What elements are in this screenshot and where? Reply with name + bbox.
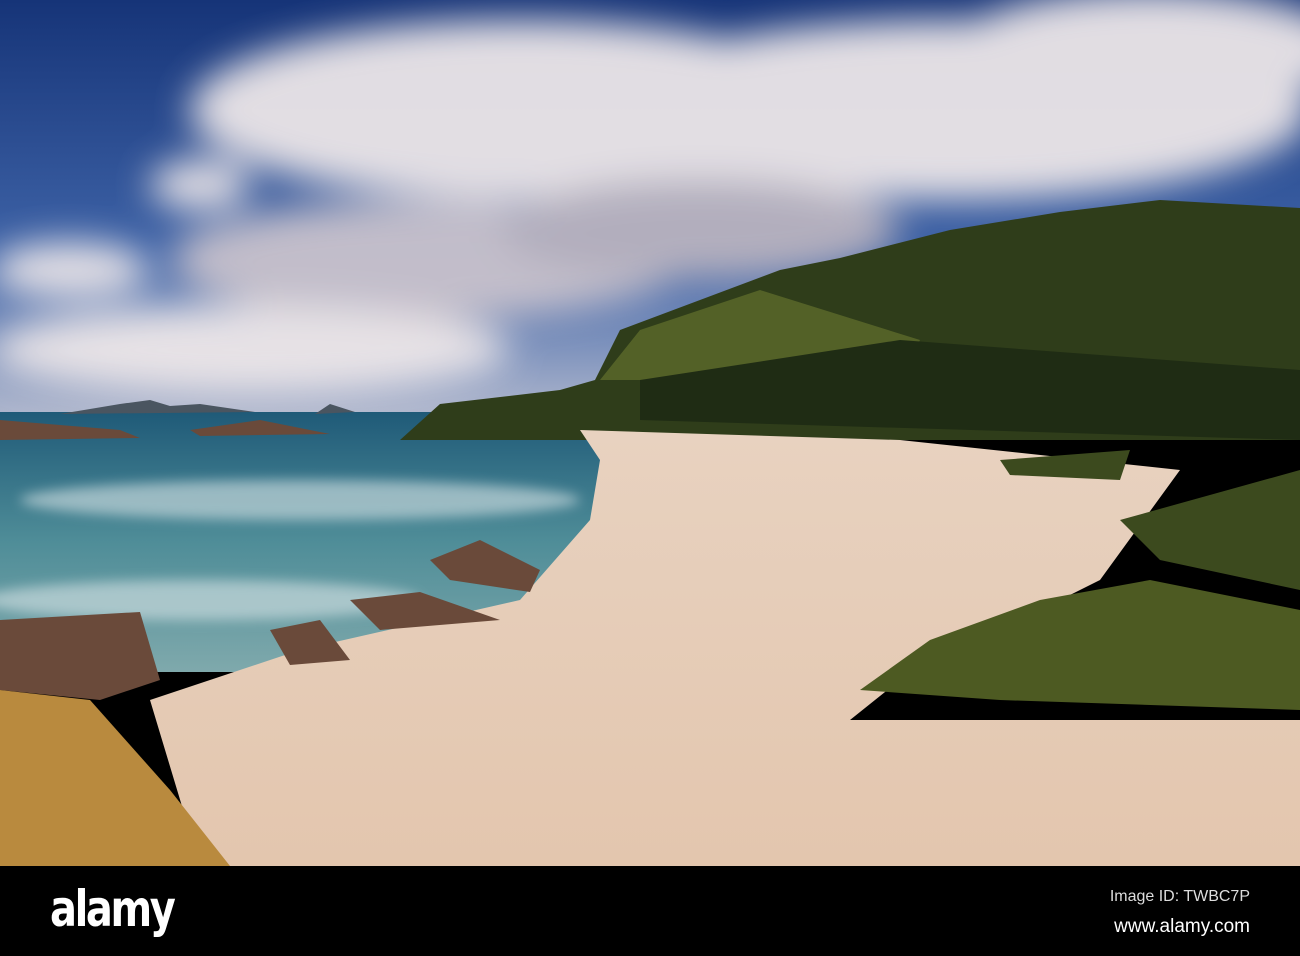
alamy-logo: alamy	[50, 880, 176, 938]
image-id: Image ID: TWBC7P	[1109, 888, 1250, 905]
watermark-bar: alamy Image ID: TWBC7P www.alamy.com	[0, 866, 1300, 956]
website-link: www.alamy.com	[1114, 916, 1250, 937]
beach-landscape-photo	[0, 0, 1300, 866]
